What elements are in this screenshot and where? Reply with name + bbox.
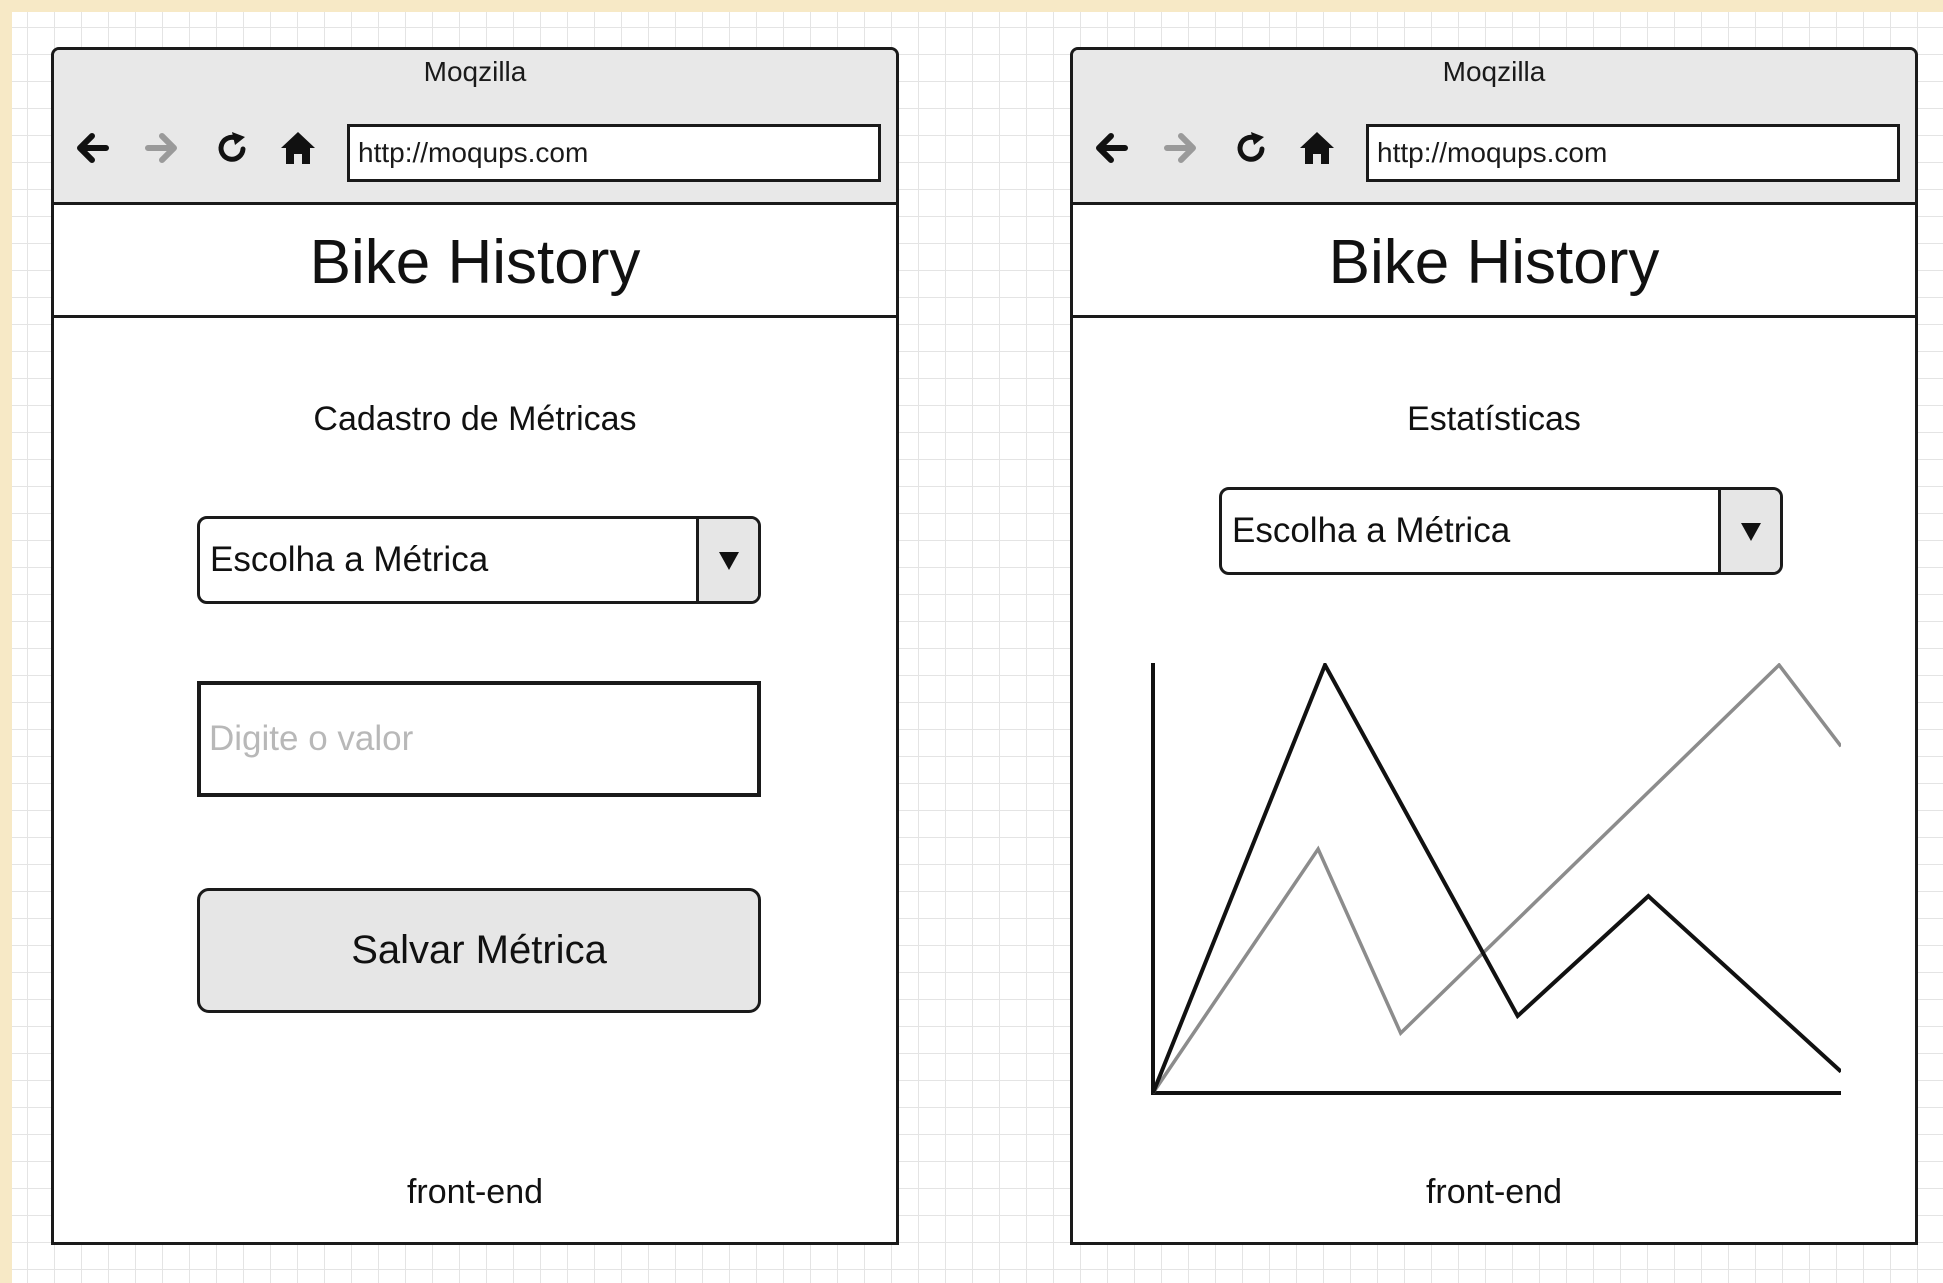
- page-header: Bike History: [54, 205, 896, 318]
- footer-label: front-end: [406, 1173, 544, 1211]
- metric-select[interactable]: Escolha a Métrica: [197, 516, 761, 604]
- series-line-1: [1151, 663, 1841, 1094]
- series-line-2: [1151, 663, 1841, 1094]
- forward-arrow-icon[interactable]: [1161, 128, 1201, 168]
- back-arrow-icon[interactable]: [1091, 128, 1131, 168]
- metric-select-dropdown-button[interactable]: [696, 519, 758, 601]
- metric-select-value: Escolha a Métrica: [1232, 511, 1511, 550]
- browser-toolbar: Moqzilla http://moqups.com: [1073, 50, 1915, 205]
- reload-icon[interactable]: [1231, 128, 1271, 168]
- section-title: Estatísticas: [1407, 400, 1581, 438]
- canvas-left-edge: [0, 0, 12, 1283]
- browser-title: Moqzilla: [1442, 56, 1546, 87]
- browser-window-register: Moqzilla http://moqups.com Bike History …: [51, 47, 899, 1245]
- save-metric-button[interactable]: Salvar Métrica: [197, 888, 761, 1013]
- line-chart: [1151, 663, 1841, 1095]
- metric-select[interactable]: Escolha a Métrica: [1219, 487, 1783, 575]
- section-title: Cadastro de Métricas: [313, 400, 637, 438]
- value-input[interactable]: [197, 681, 761, 797]
- url-bar[interactable]: http://moqups.com: [347, 124, 881, 182]
- canvas-top-edge: [0, 0, 1943, 12]
- forward-arrow-icon[interactable]: [142, 128, 182, 168]
- page-header: Bike History: [1073, 205, 1915, 318]
- browser-window-stats: Moqzilla http://moqups.com Bike History …: [1070, 47, 1918, 1245]
- home-icon[interactable]: [1297, 128, 1337, 168]
- page-title: Bike History: [1328, 228, 1660, 297]
- reload-icon[interactable]: [212, 128, 252, 168]
- back-arrow-icon[interactable]: [72, 128, 112, 168]
- series-layer: [1151, 663, 1841, 1094]
- chevron-down-icon: [1740, 523, 1761, 541]
- metric-select-value: Escolha a Métrica: [210, 540, 489, 579]
- metric-select-dropdown-button[interactable]: [1718, 490, 1780, 572]
- chevron-down-icon: [718, 552, 739, 570]
- url-bar[interactable]: http://moqups.com: [1366, 124, 1900, 182]
- browser-title: Moqzilla: [423, 56, 527, 87]
- browser-toolbar: Moqzilla http://moqups.com: [54, 50, 896, 205]
- home-icon[interactable]: [278, 128, 318, 168]
- page-title: Bike History: [309, 228, 641, 297]
- footer-label: front-end: [1425, 1173, 1563, 1211]
